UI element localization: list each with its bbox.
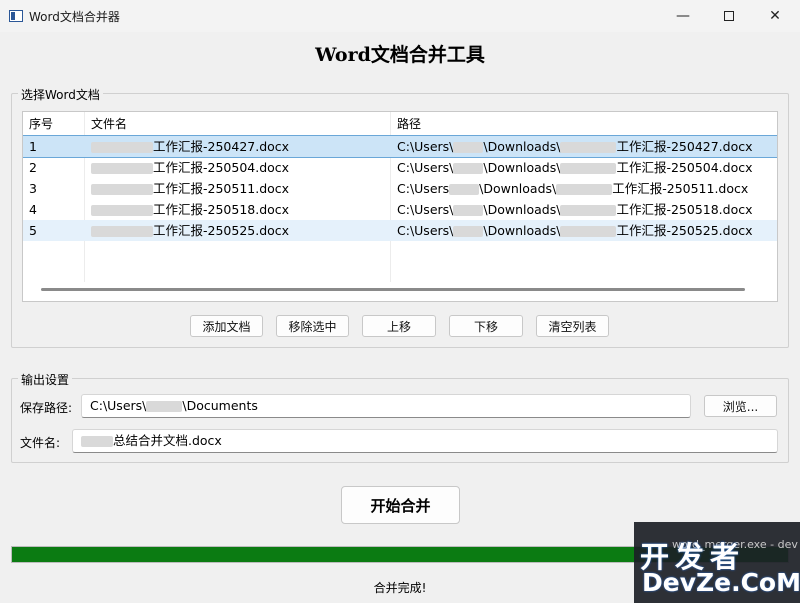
redacted-text	[560, 142, 617, 153]
browse-button[interactable]: 浏览...	[704, 395, 777, 417]
document-table[interactable]: 序号 文件名 路径 1 工作汇报-250427.docx C:\Users\ \D…	[22, 111, 778, 302]
row-path-end: 工作汇报-250504.docx	[616, 160, 753, 175]
row-path-end: 工作汇报-250525.docx	[616, 223, 753, 238]
redacted-text	[560, 163, 617, 174]
redacted-text	[453, 226, 484, 237]
window-title: Word文档合并器	[29, 9, 120, 24]
row-path-end: 工作汇报-250511.docx	[612, 181, 749, 196]
redacted-text	[146, 401, 183, 412]
column-header-index[interactable]: 序号	[23, 112, 53, 136]
row-path-start: C:\Users\	[397, 160, 454, 175]
row-index: 5	[29, 223, 37, 238]
save-path-label: 保存路径:	[20, 401, 73, 415]
table-row[interactable]: 5 工作汇报-250525.docx C:\Users\ \Downloads\ 工…	[23, 220, 777, 241]
app-icon	[9, 10, 23, 22]
clear-list-button[interactable]: 清空列表	[536, 315, 609, 337]
move-down-button[interactable]: 下移	[449, 315, 523, 337]
watermark-logo-domain: DevZe.CoM	[642, 568, 800, 597]
row-path-start: C:\Users\	[397, 202, 454, 217]
row-filename: 工作汇报-250518.docx	[153, 202, 290, 217]
row-filename: 工作汇报-250504.docx	[153, 160, 290, 175]
select-group-legend: 选择Word文档	[18, 86, 103, 103]
column-header-path[interactable]: 路径	[391, 112, 421, 136]
row-path-mid: \Downloads\	[483, 202, 561, 217]
redacted-text	[91, 163, 153, 174]
horizontal-scrollbar[interactable]	[41, 288, 745, 291]
redacted-text	[453, 142, 484, 153]
redacted-text	[453, 205, 484, 216]
row-path-start: C:\Users\	[397, 223, 454, 238]
row-path-end: 工作汇报-250518.docx	[616, 202, 753, 217]
maximize-button[interactable]	[706, 0, 752, 32]
row-filename: 工作汇报-250525.docx	[153, 223, 290, 238]
redacted-text	[91, 184, 153, 195]
remove-selected-button[interactable]: 移除选中	[276, 315, 349, 337]
row-index: 1	[29, 139, 37, 154]
redacted-text	[556, 184, 613, 195]
column-header-filename[interactable]: 文件名	[85, 112, 127, 136]
table-row[interactable]: 2 工作汇报-250504.docx C:\Users\ \Downloads\ 工…	[23, 157, 777, 178]
redacted-text	[91, 205, 153, 216]
save-path-input[interactable]: C:\Users\ \Documents	[81, 394, 691, 418]
close-button[interactable]: ✕	[752, 0, 798, 32]
row-path-end: 工作汇报-250427.docx	[616, 139, 753, 154]
filename-value: 总结合并文档.docx	[113, 433, 222, 448]
row-path-mid: \Downloads\	[483, 223, 561, 238]
filename-label: 文件名:	[20, 436, 61, 450]
row-filename: 工作汇报-250511.docx	[153, 181, 290, 196]
move-up-button[interactable]: 上移	[362, 315, 436, 337]
row-filename: 工作汇报-250427.docx	[153, 139, 290, 154]
row-path-start: C:\Users\	[397, 139, 454, 154]
row-path-start: C:\Users	[397, 181, 450, 196]
table-row[interactable]: 3 工作汇报-250511.docx C:\Users \Downloads\ 工作…	[23, 178, 777, 199]
row-path-mid: \Downloads\	[483, 139, 561, 154]
output-group-legend: 输出设置	[18, 371, 73, 388]
filename-input[interactable]: 总结合并文档.docx	[72, 429, 778, 453]
title-bar: Word文档合并器 — ✕	[0, 0, 800, 32]
page-title: Word文档合并工具	[315, 44, 485, 66]
redacted-text	[560, 205, 617, 216]
table-row[interactable]: 4 工作汇报-250518.docx C:\Users\ \Downloads\ 工…	[23, 199, 777, 220]
add-document-button[interactable]: 添加文档	[190, 315, 263, 337]
save-path-prefix: C:\Users\	[90, 398, 147, 413]
start-merge-button[interactable]: 开始合并	[341, 486, 460, 524]
save-path-suffix: \Documents	[182, 398, 258, 413]
redacted-text	[91, 142, 153, 153]
close-icon: ✕	[769, 8, 781, 24]
row-path-mid: \Downloads\	[483, 160, 561, 175]
row-index: 3	[29, 181, 37, 196]
minimize-icon: —	[676, 8, 690, 24]
maximize-icon	[724, 11, 734, 21]
table-header: 序号 文件名 路径	[23, 112, 777, 136]
minimize-button[interactable]: —	[660, 0, 706, 32]
redacted-text	[453, 163, 484, 174]
row-index: 4	[29, 202, 37, 217]
redacted-text	[560, 226, 617, 237]
redacted-text	[449, 184, 480, 195]
table-row[interactable]: 1 工作汇报-250427.docx C:\Users\ \Downloads\ 工…	[23, 135, 777, 158]
row-index: 2	[29, 160, 37, 175]
row-path-mid: \Downloads\	[479, 181, 557, 196]
watermark-overlay: word_merger.exe - dev 开发者 DevZe.CoM	[634, 522, 800, 603]
redacted-text	[91, 226, 153, 237]
redacted-text	[81, 436, 113, 447]
